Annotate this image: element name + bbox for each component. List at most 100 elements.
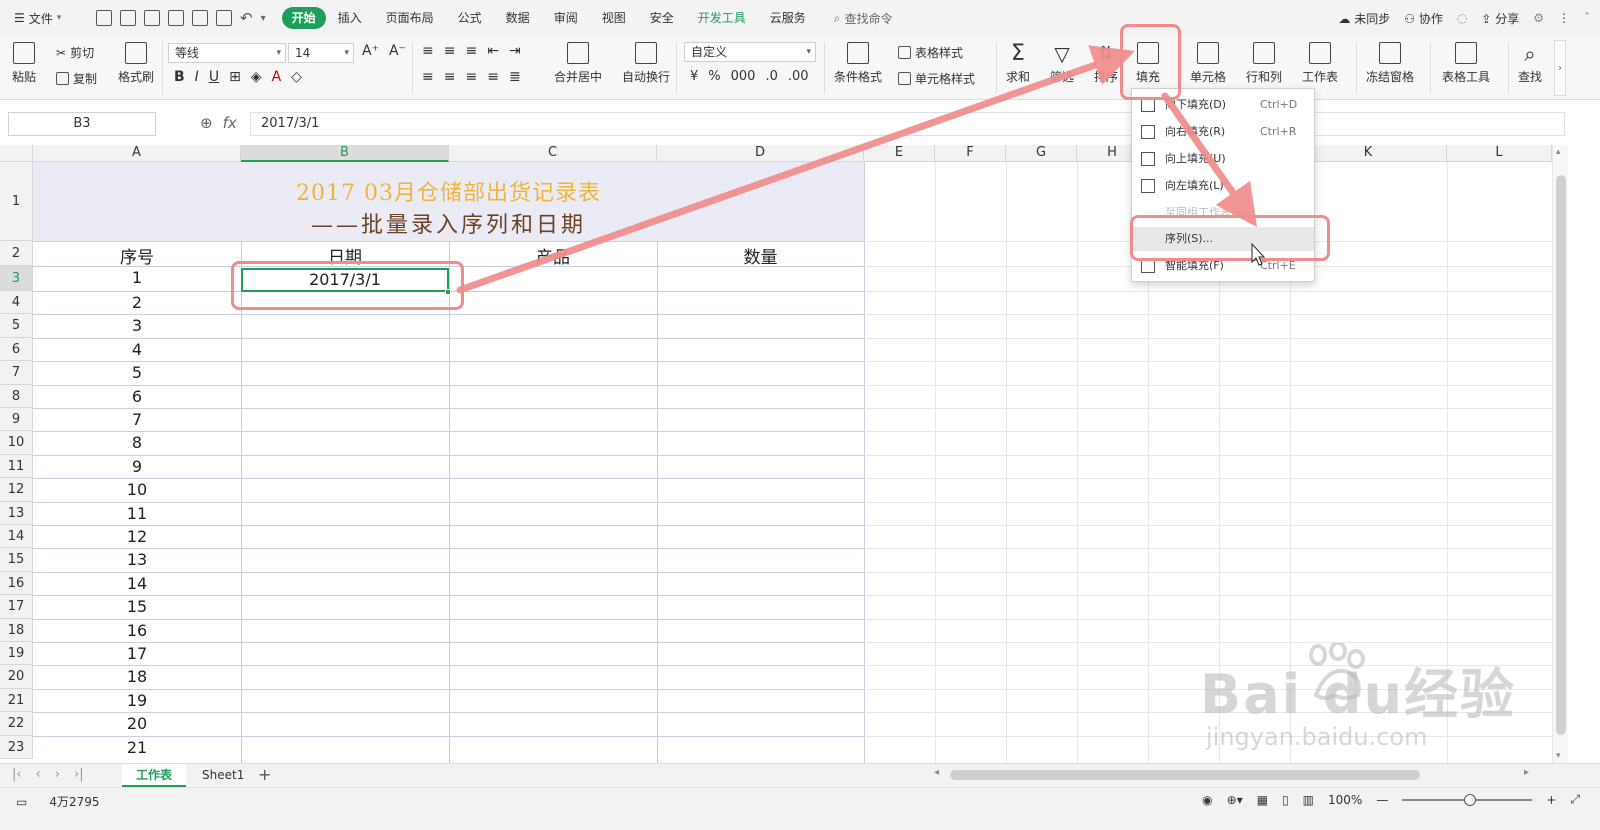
- sort-button[interactable]: ⇅ 排序: [1094, 42, 1118, 85]
- column-header-e[interactable]: E: [864, 145, 935, 162]
- column-header-l[interactable]: L: [1447, 145, 1552, 162]
- sync-status[interactable]: ☁ 未同步: [1338, 10, 1390, 27]
- menu-item-fill-left[interactable]: 向左填充(L): [1132, 174, 1314, 198]
- format-painter-button[interactable]: 格式刷: [118, 42, 154, 85]
- print-preview-icon[interactable]: [168, 10, 184, 26]
- cell-style-button[interactable]: 单元格样式: [898, 70, 975, 87]
- find-button[interactable]: ⌕ 查找: [1518, 42, 1542, 85]
- auto-wrap-button[interactable]: 自动换行: [622, 42, 670, 85]
- row-header-14[interactable]: 14: [0, 525, 33, 549]
- column-header-g[interactable]: G: [1006, 145, 1077, 162]
- new-file-icon[interactable]: [96, 10, 112, 26]
- menu-item-fill-right[interactable]: 向右填充(R) Ctrl+R: [1132, 120, 1314, 144]
- clear-format-icon[interactable]: ◇: [291, 69, 302, 85]
- serial-cell[interactable]: 10: [33, 480, 241, 501]
- zoom-out-icon[interactable]: —: [1376, 793, 1388, 807]
- bold-icon[interactable]: B: [174, 69, 185, 85]
- sheet-tab-sheet1[interactable]: Sheet1: [188, 764, 258, 787]
- row-header-16[interactable]: 16: [0, 571, 33, 596]
- serial-cell[interactable]: 11: [33, 504, 241, 525]
- serial-cell[interactable]: 18: [33, 667, 241, 688]
- column-header-f[interactable]: F: [935, 145, 1006, 162]
- settings-icon[interactable]: ⚙: [1533, 11, 1544, 25]
- select-all-corner[interactable]: [0, 145, 33, 162]
- tab-cloud[interactable]: 云服务: [758, 7, 818, 29]
- zoom-formula-icon[interactable]: ⊕: [200, 114, 213, 132]
- row-header-5[interactable]: 5: [0, 314, 33, 338]
- italic-icon[interactable]: I: [195, 69, 199, 85]
- fx-icon[interactable]: fx: [223, 114, 237, 132]
- serial-cell[interactable]: 5: [33, 363, 241, 384]
- row-header-3[interactable]: 3: [0, 266, 33, 291]
- cell-button[interactable]: 单元格: [1190, 42, 1226, 85]
- cut-button[interactable]: ✂ 剪切: [56, 44, 94, 61]
- header-product[interactable]: 产品: [449, 243, 657, 268]
- vertical-scroll-thumb[interactable]: [1556, 175, 1566, 735]
- screenshot-icon[interactable]: [216, 10, 232, 26]
- row-header-7[interactable]: 7: [0, 361, 33, 385]
- indent-decrease-icon[interactable]: ⇤: [487, 43, 499, 59]
- justify-icon[interactable]: ≡: [487, 69, 499, 85]
- zoom-in-icon[interactable]: +: [1546, 793, 1556, 807]
- serial-cell[interactable]: 3: [33, 316, 241, 337]
- macro-record-icon[interactable]: ▭: [16, 795, 27, 809]
- serial-cell[interactable]: 21: [33, 738, 241, 759]
- freeze-panes-button[interactable]: 冻结窗格: [1366, 42, 1414, 85]
- table-style-button[interactable]: 表格样式: [898, 44, 963, 61]
- table-tools-button[interactable]: 表格工具: [1442, 42, 1490, 85]
- row-header-8[interactable]: 8: [0, 384, 33, 408]
- serial-cell[interactable]: 9: [33, 457, 241, 478]
- scroll-up-icon[interactable]: ▴: [1556, 147, 1561, 157]
- horizontal-scroll-thumb[interactable]: [950, 770, 1420, 780]
- tab-formulas[interactable]: 公式: [446, 7, 494, 29]
- name-box[interactable]: B3: [8, 112, 156, 136]
- more-icon[interactable]: ⋮: [1558, 11, 1570, 25]
- scroll-right-icon[interactable]: ▸: [1524, 767, 1529, 778]
- normal-view-icon[interactable]: ▦: [1257, 793, 1268, 807]
- ribbon-scroll-right-icon[interactable]: ›: [1554, 40, 1566, 96]
- increase-font-icon[interactable]: A⁺: [362, 43, 379, 59]
- align-right-icon[interactable]: ≡: [465, 69, 477, 85]
- serial-cell[interactable]: 4: [33, 340, 241, 361]
- paste-button[interactable]: 粘贴: [12, 42, 36, 85]
- input-method-icon[interactable]: ⊕▾: [1227, 793, 1243, 807]
- row-header-23[interactable]: 23: [0, 735, 33, 759]
- number-format-select[interactable]: 自定义: [684, 42, 816, 62]
- eye-protection-icon[interactable]: ◉: [1202, 793, 1212, 807]
- worksheet-button[interactable]: 工作表: [1302, 42, 1338, 85]
- zoom-slider[interactable]: [1402, 793, 1533, 806]
- reading-view-icon[interactable]: ▥: [1303, 793, 1314, 807]
- first-sheet-icon[interactable]: |‹: [12, 767, 22, 782]
- add-sheet-button[interactable]: +: [258, 765, 271, 784]
- scroll-down-icon[interactable]: ▾: [1556, 751, 1561, 761]
- serial-cell[interactable]: 6: [33, 387, 241, 408]
- tab-home[interactable]: 开始: [281, 7, 326, 29]
- tab-insert[interactable]: 插入: [326, 7, 374, 29]
- column-header-a[interactable]: A: [33, 145, 241, 162]
- row-header-2[interactable]: 2: [0, 241, 33, 266]
- row-header-1[interactable]: 1: [0, 162, 33, 241]
- decrease-font-icon[interactable]: A⁻: [389, 43, 406, 59]
- indent-increase-icon[interactable]: ⇥: [509, 43, 521, 59]
- column-header-b[interactable]: B: [241, 145, 449, 162]
- tab-view[interactable]: 视图: [590, 7, 638, 29]
- serial-cell[interactable]: 15: [33, 597, 241, 618]
- row-header-6[interactable]: 6: [0, 337, 33, 362]
- serial-cell[interactable]: 7: [33, 410, 241, 431]
- align-center-icon[interactable]: ≡: [444, 69, 456, 85]
- row-header-20[interactable]: 20: [0, 665, 33, 689]
- percent-icon[interactable]: %: [708, 69, 720, 84]
- menu-item-fill-up[interactable]: 向上填充(U): [1132, 147, 1314, 171]
- row-header-13[interactable]: 13: [0, 501, 33, 525]
- share-button[interactable]: ⇪ 分享: [1481, 10, 1519, 27]
- file-menu[interactable]: ☰ 文件 ▾: [0, 10, 86, 27]
- row-header-15[interactable]: 15: [0, 548, 33, 572]
- tab-page-layout[interactable]: 页面布局: [374, 7, 446, 29]
- row-header-12[interactable]: 12: [0, 478, 33, 502]
- font-name-select[interactable]: 等线: [168, 43, 286, 63]
- conditional-format-button[interactable]: 条件格式: [834, 42, 882, 85]
- merge-center-button[interactable]: 合并居中: [554, 42, 602, 85]
- customize-dropdown-icon[interactable]: ▾: [261, 13, 266, 24]
- serial-cell[interactable]: 19: [33, 691, 241, 712]
- serial-cell[interactable]: 20: [33, 714, 241, 735]
